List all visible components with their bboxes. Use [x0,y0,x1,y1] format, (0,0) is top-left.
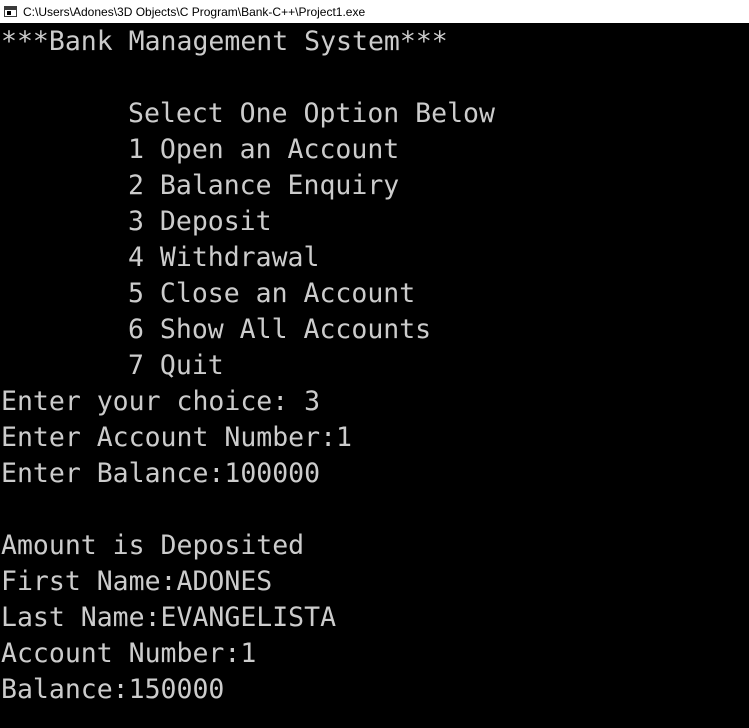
console-output[interactable]: ***Bank Management System*** Select One … [1,24,747,728]
menu-item-balance-enquiry: 2 Balance Enquiry [128,170,400,201]
menu-item-show-all-accounts: 6 Show All Accounts [128,314,432,345]
window-title: C:\Users\Adones\3D Objects\C Program\Ban… [23,4,366,19]
account-number-input-line: Enter Account Number:1 [1,422,352,453]
menu-prompt: Select One Option Below [128,98,495,129]
account-info-line: Account Number:1 [1,638,257,669]
console-window: C:\Users\Adones\3D Objects\C Program\Ban… [0,0,749,728]
balance-line: Balance:150000 [1,674,225,705]
menu-item-open-account: 1 Open an Account [128,134,400,165]
first-name-line: First Name:ADONES [1,566,273,597]
menu-item-close-account: 5 Close an Account [128,278,416,309]
title-bar[interactable]: C:\Users\Adones\3D Objects\C Program\Ban… [0,0,749,23]
console-header: ***Bank Management System*** [1,26,448,57]
menu-item-deposit: 3 Deposit [128,206,272,237]
menu-item-withdrawal: 4 Withdrawal [128,242,320,273]
console-app-icon [4,6,17,17]
choice-input-line: Enter your choice: 3 [1,386,321,417]
deposit-message: Amount is Deposited [1,530,305,561]
balance-input-line: Enter Balance:100000 [1,458,321,489]
menu-item-quit: 7 Quit [128,350,224,381]
last-name-line: Last Name:EVANGELISTA [1,602,337,633]
